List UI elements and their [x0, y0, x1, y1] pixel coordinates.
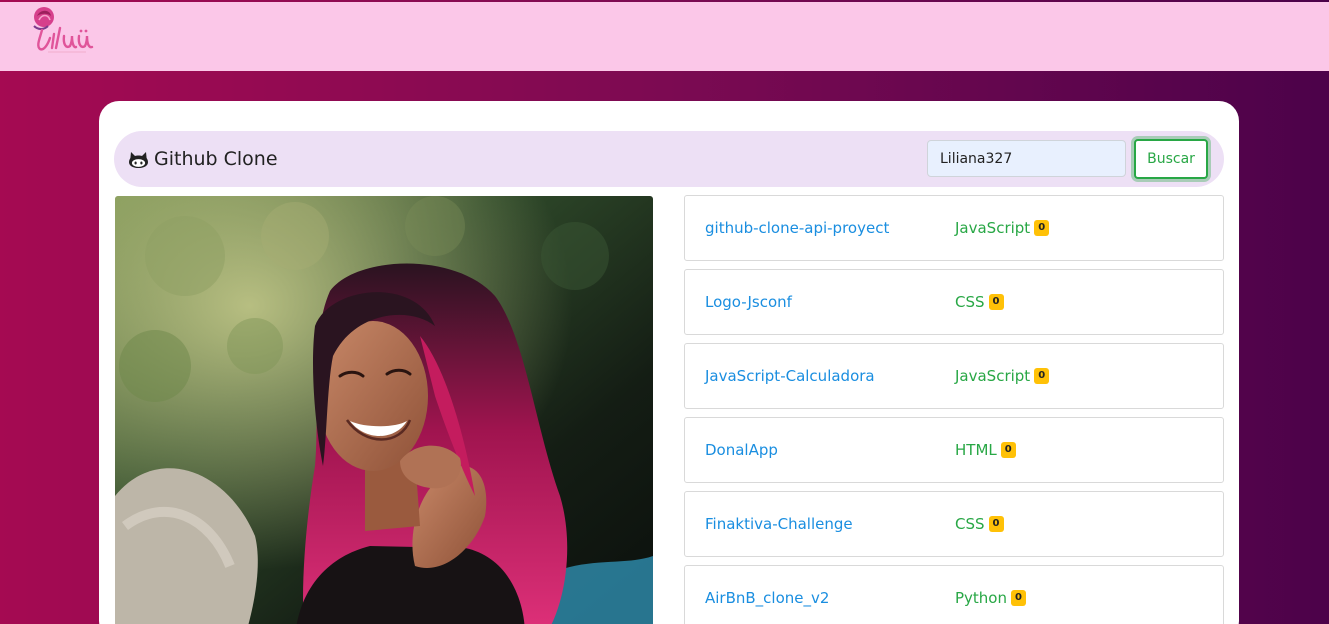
- repo-language: Python: [955, 589, 1007, 607]
- repo-stars-badge: 0: [988, 294, 1004, 310]
- repo-meta: HTML 0: [955, 418, 1016, 482]
- repo-stars-badge: 0: [1034, 368, 1050, 384]
- repo-meta: JavaScript 0: [955, 344, 1050, 408]
- repo-stars-badge: 0: [1000, 442, 1016, 458]
- search-input[interactable]: [927, 140, 1126, 177]
- repo-card: Logo-Jsconf CSS 0: [684, 269, 1224, 335]
- main-card: Github Clone Buscar: [99, 101, 1239, 624]
- profile-photo: [115, 196, 653, 624]
- repo-language: JavaScript: [955, 219, 1031, 237]
- repo-meta: CSS 0: [955, 492, 1004, 556]
- repo-link[interactable]: AirBnB_clone_v2: [705, 566, 829, 624]
- repo-language: CSS: [955, 293, 985, 311]
- repo-stars-badge: 0: [1011, 590, 1026, 606]
- repo-language: CSS: [955, 515, 985, 533]
- repo-stars-badge: 0: [988, 516, 1004, 532]
- search-button[interactable]: Buscar: [1134, 139, 1208, 179]
- repo-language: HTML: [955, 441, 997, 459]
- github-icon: [129, 151, 148, 168]
- repo-meta: CSS 0: [955, 270, 1004, 334]
- repo-card: AirBnB_clone_v2 Python 0: [684, 565, 1224, 624]
- repo-link[interactable]: github-clone-api-proyect: [705, 196, 889, 260]
- brand-title: Github Clone: [154, 148, 278, 170]
- repo-link[interactable]: DonalApp: [705, 418, 778, 482]
- repo-link[interactable]: Logo-Jsconf: [705, 270, 792, 334]
- repo-meta: Python 0: [955, 566, 1026, 624]
- repo-list: github-clone-api-proyect JavaScript 0 Lo…: [684, 195, 1224, 624]
- repo-card: Finaktiva-Challenge CSS 0: [684, 491, 1224, 557]
- top-header: [0, 2, 1329, 71]
- repo-link[interactable]: JavaScript-Calculadora: [705, 344, 875, 408]
- repo-meta: JavaScript 0: [955, 196, 1050, 260]
- app-navbar: Github Clone Buscar: [114, 131, 1224, 187]
- repo-card: JavaScript-Calculadora JavaScript 0: [684, 343, 1224, 409]
- repo-card: github-clone-api-proyect JavaScript 0: [684, 195, 1224, 261]
- navbar-brand[interactable]: Github Clone: [129, 131, 278, 187]
- lilu-logo[interactable]: [28, 4, 100, 56]
- repo-link[interactable]: Finaktiva-Challenge: [705, 492, 853, 556]
- repo-language: JavaScript: [955, 367, 1031, 385]
- repo-card: DonalApp HTML 0: [684, 417, 1224, 483]
- repo-stars-badge: 0: [1034, 220, 1050, 236]
